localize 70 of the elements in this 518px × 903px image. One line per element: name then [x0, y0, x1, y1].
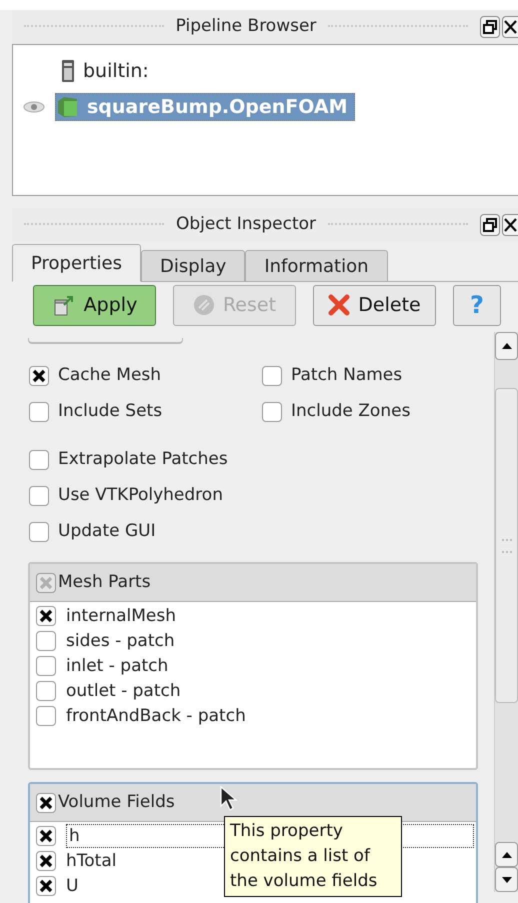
list-item[interactable]: internalMesh: [66, 604, 176, 626]
scroll-up-icon[interactable]: [502, 852, 512, 858]
grip-handle[interactable]: [328, 223, 468, 227]
option-label: Cache Mesh: [58, 364, 162, 388]
checkbox[interactable]: [29, 486, 49, 506]
check-icon: [39, 608, 53, 622]
tab[interactable]: Display: [140, 250, 246, 281]
checkbox[interactable]: [36, 706, 56, 726]
tooltip: This property contains a list of the volume fields: [224, 816, 402, 897]
tree-item[interactable]: builtin:: [55, 57, 155, 85]
checkbox[interactable]: [262, 366, 282, 386]
cube-icon: [56, 96, 79, 118]
undock-icon: [483, 218, 498, 232]
checkbox[interactable]: [36, 680, 56, 700]
close-button[interactable]: [502, 214, 518, 236]
eye-icon[interactable]: [23, 101, 45, 113]
list-item[interactable]: outlet - patch: [66, 680, 181, 702]
checkbox[interactable]: [262, 402, 282, 422]
checkbox[interactable]: [36, 630, 56, 650]
list-item[interactable]: hTotal: [66, 850, 116, 872]
list-item[interactable]: frontAndBack - patch: [66, 704, 246, 726]
check-icon: [39, 878, 53, 892]
option-label: Patch Names: [291, 364, 402, 388]
list-item[interactable]: inlet - patch: [66, 654, 168, 676]
close-icon: [504, 218, 518, 232]
list-item[interactable]: sides - patch: [66, 630, 175, 652]
checkbox[interactable]: [36, 606, 56, 626]
check-icon: [39, 854, 53, 868]
delete-icon: [328, 294, 350, 316]
panel-title: Object Inspector: [176, 213, 316, 236]
tab[interactable]: Properties: [12, 244, 141, 282]
option-label: Extrapolate Patches: [58, 448, 228, 472]
option-label: Include Zones: [291, 400, 410, 424]
undock-icon: [483, 20, 498, 34]
checkbox[interactable]: [29, 450, 49, 470]
option-label: Use VTKPolyhedron: [58, 484, 223, 508]
check-icon: [39, 828, 53, 842]
list-item[interactable]: U: [66, 874, 78, 896]
checkbox[interactable]: [36, 656, 56, 676]
close-icon: [504, 20, 518, 34]
apply-button[interactable]: Apply: [33, 284, 156, 326]
scrollbar[interactable]: [494, 332, 518, 892]
checkbox[interactable]: [36, 850, 56, 870]
checkbox[interactable]: [36, 876, 56, 896]
check-icon: [32, 369, 46, 383]
list-title: Mesh Parts: [58, 570, 151, 594]
reset-icon: [192, 294, 215, 316]
close-button[interactable]: [502, 16, 518, 38]
tree-item-label: squareBump.OpenFOAM: [87, 94, 348, 120]
mouse-cursor-icon: [220, 786, 240, 812]
grip-handle[interactable]: [24, 223, 164, 227]
list-title: Volume Fields: [58, 790, 175, 814]
tab[interactable]: Information: [245, 250, 388, 281]
grip-handle[interactable]: [328, 25, 468, 29]
checkbox[interactable]: [36, 826, 56, 846]
undock-button[interactable]: [480, 214, 500, 236]
scroll-down-icon[interactable]: [502, 876, 512, 882]
delete-button[interactable]: Delete: [313, 284, 436, 326]
scroll-up-icon[interactable]: [502, 343, 512, 349]
undock-button[interactable]: [480, 16, 500, 38]
checkbox[interactable]: [29, 522, 49, 542]
tree-item-label: builtin:: [83, 58, 149, 84]
checkbox[interactable]: [29, 402, 49, 422]
option-label: Update GUI: [58, 520, 156, 544]
panel-title: Pipeline Browser: [176, 15, 316, 38]
apply-icon: [52, 293, 76, 317]
checkbox[interactable]: [29, 366, 49, 386]
computer-tower-icon: [61, 59, 75, 83]
option-label: Include Sets: [58, 400, 162, 424]
grip-handle[interactable]: [24, 25, 164, 29]
